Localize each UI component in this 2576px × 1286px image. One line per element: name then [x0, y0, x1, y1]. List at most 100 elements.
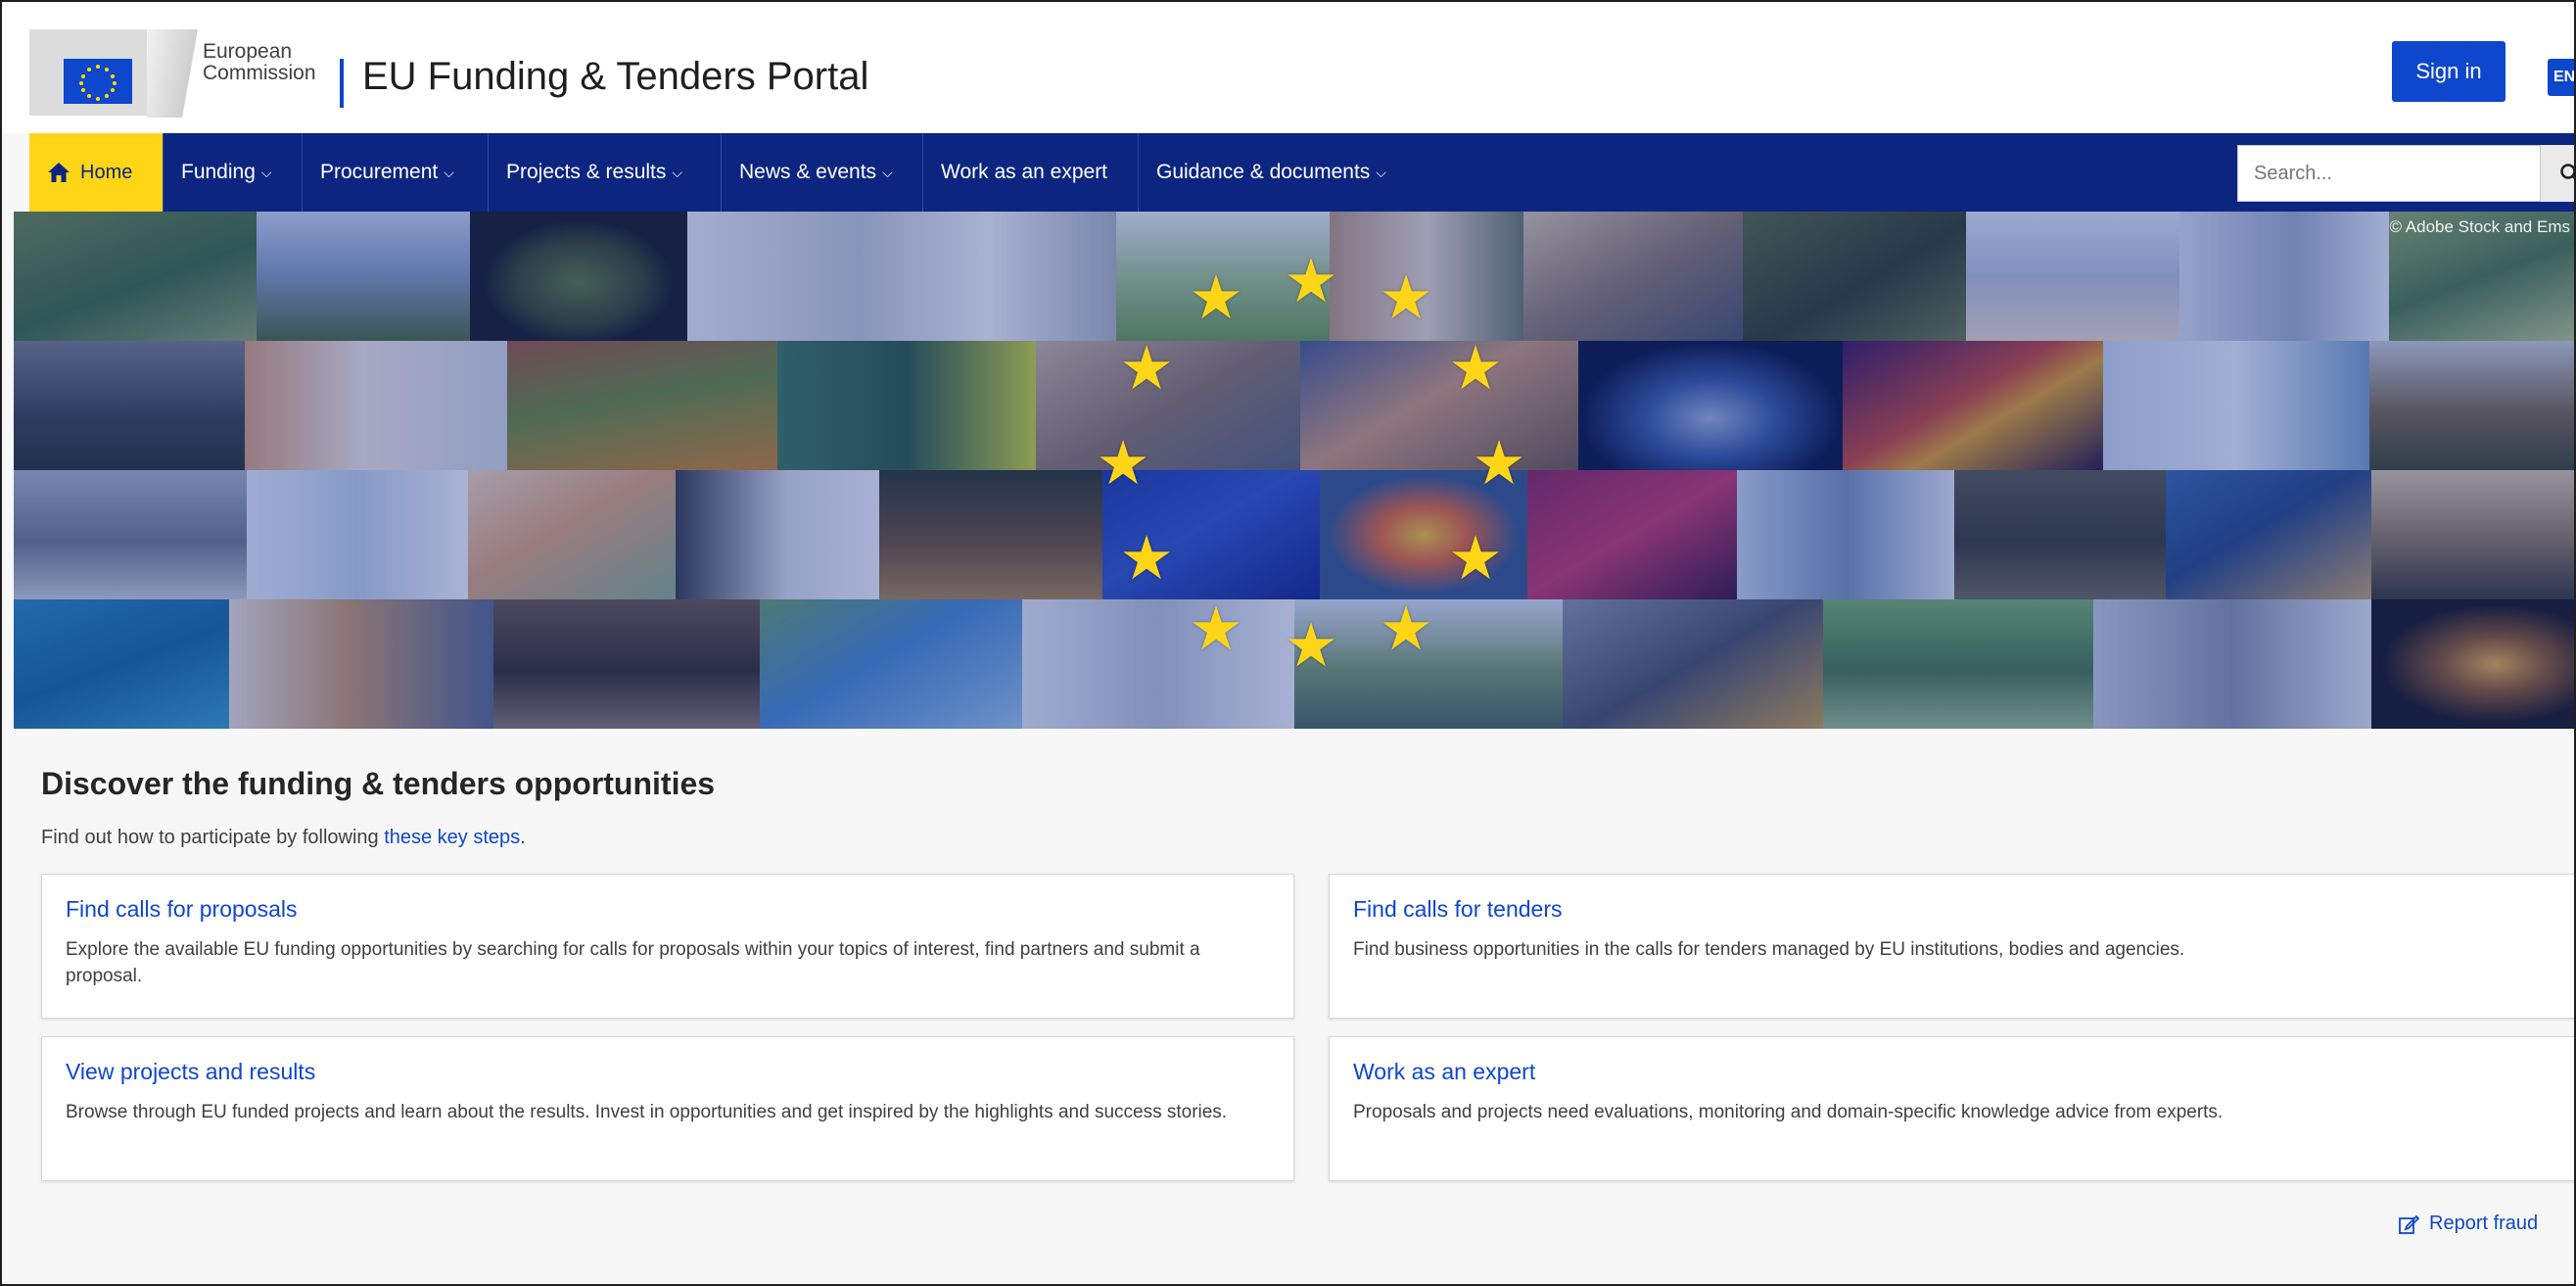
card-find-calls-proposals[interactable]: Find calls for proposals Explore the ava…	[41, 874, 1294, 1019]
home-icon	[48, 163, 70, 182]
nav-funding[interactable]: Funding ⌵	[163, 133, 290, 212]
card-description: Browse through EU funded projects and le…	[66, 1102, 1228, 1122]
edit-icon	[2399, 1215, 2419, 1234]
hero-photo-tile	[1300, 341, 1578, 470]
nav-work-as-expert-label: Work as an expert	[941, 161, 1108, 183]
hero-photo-tile	[2093, 599, 2371, 729]
report-fraud-label: Report fraud	[2429, 1213, 2539, 1234]
hero-photo-tile	[14, 212, 257, 341]
main-navigation: Home Funding ⌵ Procurement ⌵ Projects & re…	[29, 133, 2574, 212]
hero-photo-tile	[1737, 470, 1954, 599]
nav-projects-results-label: Projects & results	[506, 161, 667, 183]
card-view-projects-results[interactable]: View projects and results Browse through…	[41, 1036, 1294, 1181]
hero-photo-tile	[1563, 599, 1823, 729]
report-fraud-link[interactable]: Report fraud	[2398, 1213, 2538, 1235]
intro-suffix: .	[520, 827, 526, 848]
title-separator	[340, 59, 344, 108]
organisation-name: European Commission	[203, 41, 316, 84]
image-copyright: © Adobe Stock and Ems	[2389, 217, 2570, 236]
nav-guidance-documents-label: Guidance & documents	[1156, 161, 1371, 183]
hero-photo-tile	[1578, 341, 1843, 470]
nav-guidance-documents[interactable]: Guidance & documents ⌵	[1138, 133, 1404, 212]
nav-funding-label: Funding	[181, 161, 256, 183]
eu-star-icon: ★	[1119, 525, 1174, 593]
eu-star-icon: ★	[1472, 430, 1526, 498]
hero-photo-tile	[1743, 212, 1966, 341]
card-description: Proposals and projects need evaluations,…	[1353, 1102, 2224, 1122]
hero-photo-tile	[1022, 599, 1294, 729]
hero-photo-tile	[247, 470, 468, 599]
nav-news-events-label: News & events	[739, 161, 877, 183]
nav-work-as-expert[interactable]: Work as an expert	[922, 133, 1125, 212]
hero-photo-tile	[1966, 212, 2179, 341]
card-title-link[interactable]: View projects and results	[66, 1059, 1270, 1085]
browser-page: European Commission EU Funding & Tenders…	[0, 0, 2576, 1286]
chevron-down-icon: ⌵	[444, 164, 454, 180]
eu-flag-icon	[64, 59, 132, 104]
hero-photo-tile	[470, 212, 687, 341]
hero-photo-tile	[2103, 341, 2369, 470]
eu-star-icon: ★	[1379, 595, 1433, 663]
eu-star-icon: ★	[1448, 525, 1503, 593]
hero-photo-tile	[1523, 212, 1743, 341]
chevron-down-icon: ⌵	[672, 164, 683, 180]
nav-projects-results[interactable]: Projects & results ⌵	[488, 133, 700, 212]
eu-star-icon: ★	[1189, 595, 1243, 663]
eu-star-icon: ★	[1284, 248, 1338, 315]
chevron-down-icon: ⌵	[260, 164, 272, 180]
hero-photo-tile	[879, 470, 1102, 599]
hero-image-mosaic: ★ ★ ★ ★ ★ ★ ★ ★ ★ ★ ★ ★ © Adobe Stock an…	[14, 212, 2574, 729]
hero-photo-tile	[2371, 470, 2574, 599]
nav-home[interactable]: Home	[29, 133, 163, 212]
eu-star-icon: ★	[1448, 335, 1503, 403]
nav-news-events[interactable]: News & events ⌵	[721, 133, 911, 212]
chevron-down-icon: ⌵	[882, 164, 893, 180]
search-input[interactable]	[2237, 145, 2541, 202]
hero-photo-tile	[1954, 470, 2166, 599]
eu-star-icon: ★	[1119, 335, 1174, 403]
hero-photo-tile	[14, 470, 247, 599]
nav-procurement-label: Procurement	[320, 161, 439, 183]
hero-photo-tile	[2179, 212, 2389, 341]
organisation-name-line1: European	[203, 40, 293, 63]
organisation-name-line2: Commission	[203, 62, 316, 84]
hero-photo-tile	[2371, 599, 2574, 729]
sign-in-button[interactable]: Sign in	[2392, 41, 2506, 102]
hero-photo-tile	[245, 341, 507, 470]
card-description: Find business opportunities in the calls…	[1353, 939, 2185, 960]
card-find-calls-tenders[interactable]: Find calls for tenders Find business opp…	[1329, 874, 2574, 1019]
hero-photo-tile	[229, 599, 493, 729]
chevron-down-icon: ⌵	[1376, 164, 1386, 180]
search-icon	[2560, 164, 2574, 179]
hero-photo-tile	[1527, 470, 1737, 599]
intro-text: Find out how to participate by following…	[41, 827, 526, 849]
hero-photo-tile	[777, 341, 1036, 470]
site-header: European Commission EU Funding & Tenders…	[2, 2, 2574, 133]
nav-procurement[interactable]: Procurement ⌵	[302, 133, 472, 212]
card-title-link[interactable]: Find calls for proposals	[66, 896, 1270, 923]
hero-photo-tile	[760, 599, 1022, 729]
language-selector-button[interactable]: EN	[2548, 59, 2574, 96]
search-button[interactable]	[2541, 145, 2574, 202]
key-steps-link[interactable]: these key steps	[384, 827, 520, 848]
hero-photo-tile	[14, 599, 229, 729]
portal-title[interactable]: EU Funding & Tenders Portal	[362, 55, 868, 99]
eu-star-icon: ★	[1284, 612, 1338, 680]
page-title: Discover the funding & tenders opportuni…	[41, 766, 716, 801]
card-title-link[interactable]: Work as an expert	[1353, 1059, 2567, 1085]
hero-photo-tile	[468, 470, 676, 599]
main-content: Discover the funding & tenders opportuni…	[41, 729, 2574, 1284]
hero-photo-tile	[2369, 341, 2574, 470]
hero-photo-tile	[676, 470, 879, 599]
nav-home-label: Home	[80, 161, 133, 183]
card-work-as-expert[interactable]: Work as an expert Proposals and projects…	[1329, 1036, 2574, 1181]
card-description: Explore the available EU funding opportu…	[66, 939, 1200, 986]
intro-prefix: Find out how to participate by following	[41, 827, 385, 848]
hero-photo-tile	[493, 599, 760, 729]
hero-photo-tile	[2166, 470, 2371, 599]
hero-photo-tile	[257, 212, 470, 341]
eu-star-icon: ★	[1096, 430, 1150, 498]
eu-star-icon: ★	[1189, 264, 1243, 332]
hero-photo-tile	[687, 212, 1116, 341]
card-title-link[interactable]: Find calls for tenders	[1353, 896, 2567, 923]
